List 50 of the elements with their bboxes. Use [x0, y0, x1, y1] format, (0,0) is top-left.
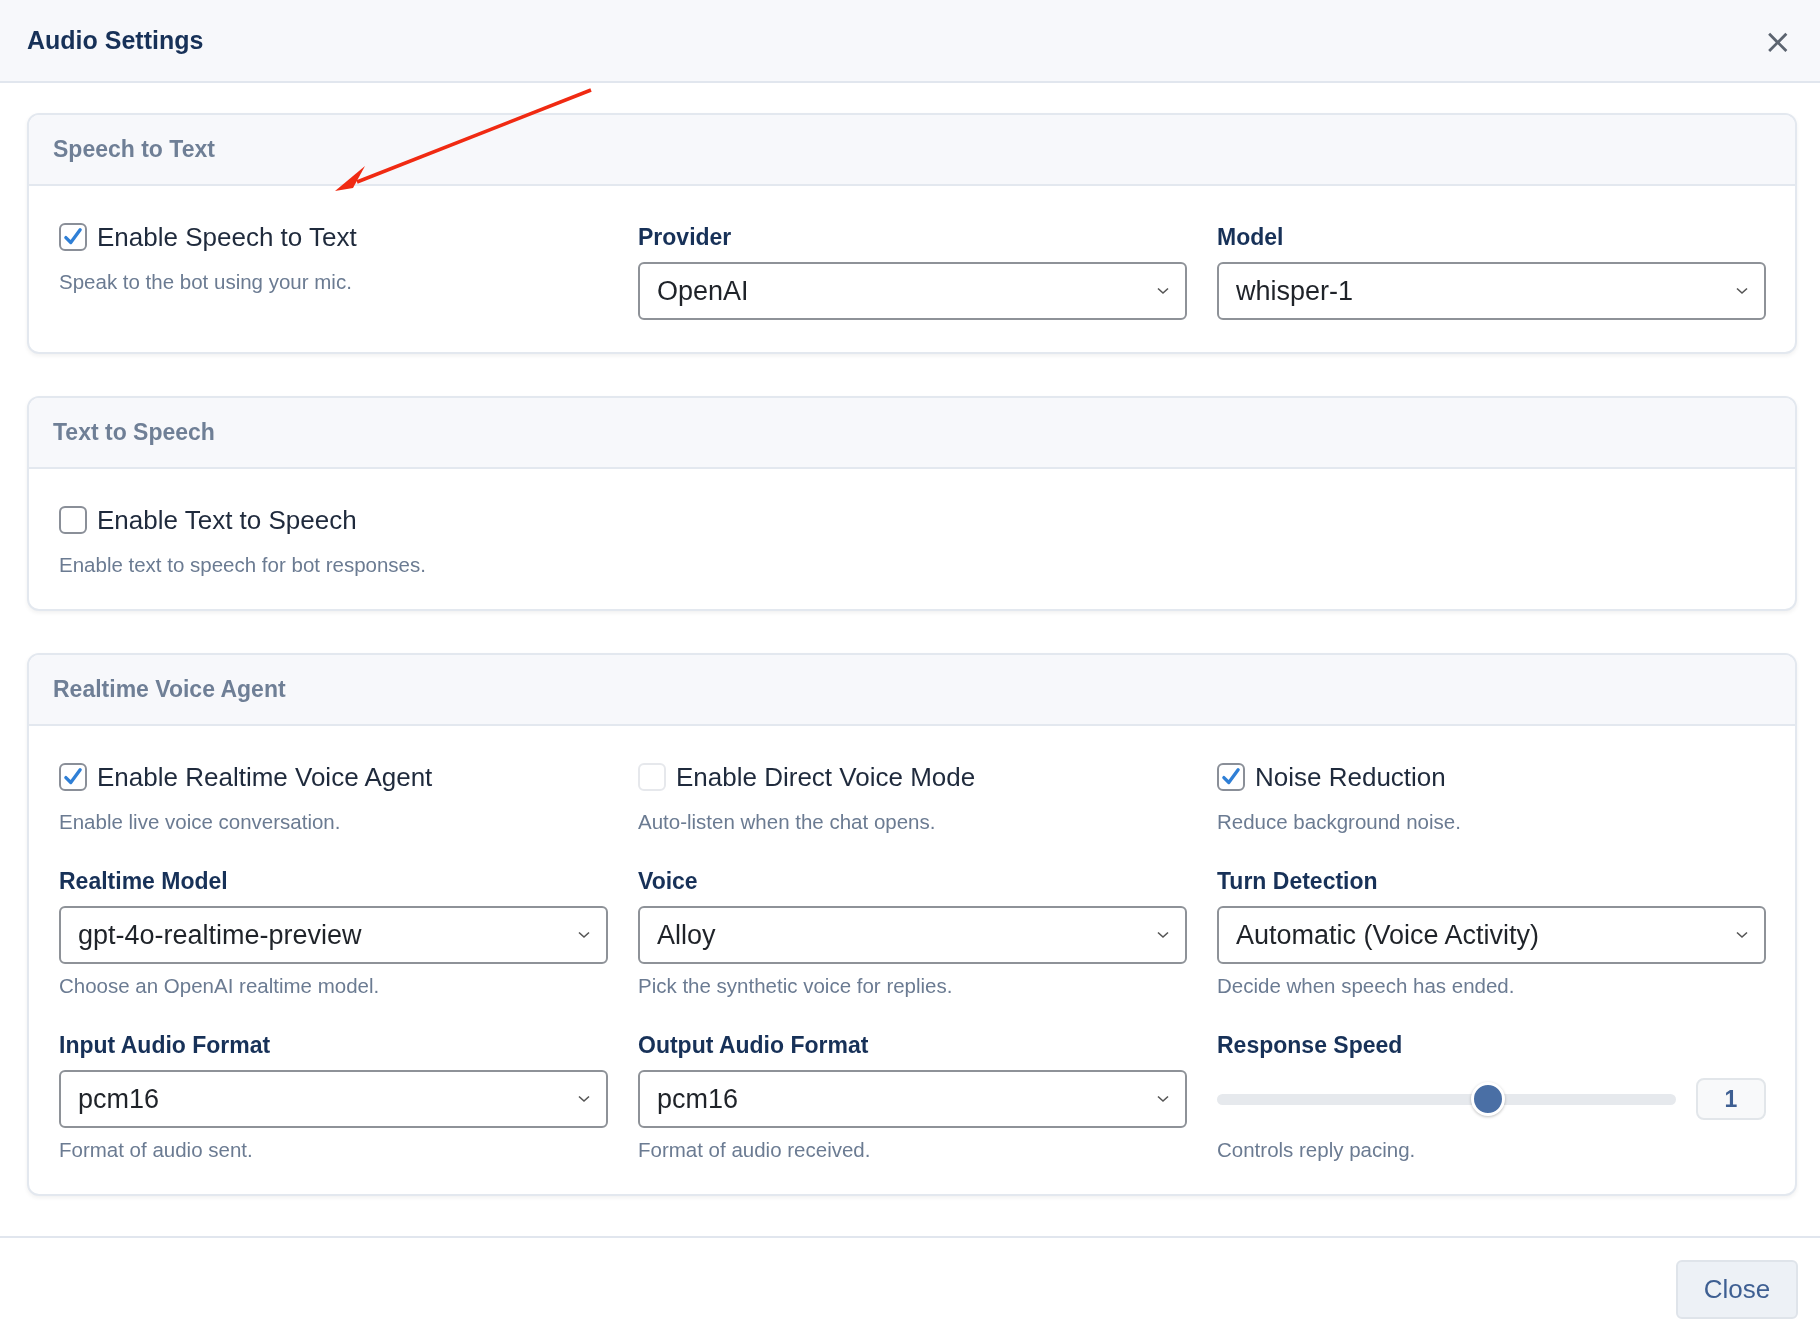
window-title: Audio Settings: [27, 26, 204, 55]
dropdown[interactable]: whisper-1: [1217, 262, 1766, 320]
checkbox-label: Enable Direct Voice Mode: [676, 761, 976, 793]
dropdown[interactable]: Alloy: [638, 906, 1187, 964]
chevron-icon: [578, 1095, 590, 1103]
section-title: Realtime Voice Agent: [29, 655, 1795, 726]
help-text: Enable text to speech for bot responses.: [59, 553, 427, 577]
help-text: Format of audio sent.: [59, 1138, 254, 1162]
field-label: Turn Detection: [1217, 866, 1379, 896]
help-text: Auto-listen when the chat opens.: [638, 810, 937, 834]
checkbox[interactable]: [59, 763, 87, 791]
chevron-icon: [1157, 287, 1169, 295]
checkbox[interactable]: [59, 223, 87, 251]
dropdown[interactable]: gpt-4o-realtime-preview: [59, 906, 608, 964]
chevron-icon: [578, 931, 590, 939]
field-label: Output Audio Format: [638, 1030, 870, 1060]
checkbox-label: Noise Reduction: [1255, 761, 1446, 793]
help-text: Pick the synthetic voice for replies.: [638, 974, 954, 998]
field-label: Voice: [638, 866, 699, 896]
checkbox-label: Enable Text to Speech: [97, 504, 357, 536]
chevron-icon: [1157, 931, 1169, 939]
dropdown[interactable]: Automatic (Voice Activity): [1217, 906, 1766, 964]
close-button[interactable]: Close: [1676, 1260, 1798, 1319]
help-text: Choose an OpenAI realtime model.: [59, 974, 381, 998]
section-title: Speech to Text: [29, 115, 1795, 186]
dropdown[interactable]: pcm16: [638, 1070, 1187, 1128]
checkbox-label: Enable Speech to Text: [97, 221, 357, 253]
field-label: Model: [1217, 222, 1285, 252]
help-text: Enable live voice conversation.: [59, 810, 342, 834]
chevron-icon: [1736, 931, 1748, 939]
field-label: Response Speed: [1217, 1030, 1404, 1060]
close-button[interactable]: ×: [1759, 23, 1796, 58]
field-label: Input Audio Format: [59, 1030, 272, 1060]
checkbox[interactable]: [59, 506, 87, 534]
dropdown[interactable]: pcm16: [59, 1070, 608, 1128]
chevron-icon: [1736, 287, 1748, 295]
slider-value: 1: [1696, 1078, 1766, 1120]
field-label: Realtime Model: [59, 866, 229, 896]
slider-thumb[interactable]: [1470, 1082, 1505, 1116]
help-text: Controls reply pacing.: [1217, 1138, 1417, 1162]
dropdown[interactable]: OpenAI: [638, 262, 1187, 320]
help-text: Decide when speech has ended.: [1217, 974, 1516, 998]
checkbox[interactable]: [1217, 763, 1245, 791]
field-label: Provider: [638, 222, 733, 252]
checkbox-label: Enable Realtime Voice Agent: [97, 761, 433, 793]
help-text: Reduce background noise.: [1217, 810, 1462, 834]
section-title: Text to Speech: [29, 398, 1795, 469]
help-text: Format of audio received.: [638, 1138, 872, 1162]
chevron-icon: [1157, 1095, 1169, 1103]
help-text: Speak to the bot using your mic.: [59, 270, 353, 294]
